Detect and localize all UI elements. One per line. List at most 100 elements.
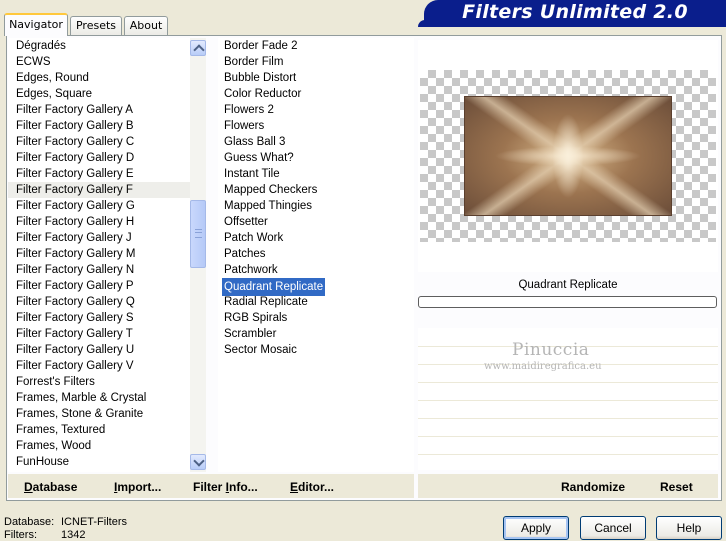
category-item[interactable]: Edges, Square [8, 86, 190, 102]
import-button[interactable]: Import... [114, 480, 161, 494]
filter-item[interactable]: Border Fade 2 [218, 38, 414, 54]
scroll-down-button[interactable] [190, 454, 206, 470]
status-database: Database: ICNET-Filters [4, 516, 127, 528]
tab-presets[interactable]: Presets [70, 16, 122, 35]
category-item[interactable]: Filter Factory Gallery S [8, 310, 190, 326]
category-item[interactable]: Edges, Round [8, 70, 190, 86]
filter-item-label: Offsetter [224, 216, 268, 228]
category-item[interactable]: Filter Factory Gallery D [8, 150, 190, 166]
category-item[interactable]: Filter Factory Gallery N [8, 262, 190, 278]
category-item[interactable]: ECWS [8, 54, 190, 70]
category-item[interactable]: Filter Factory Gallery F [8, 182, 190, 198]
watermark-name: Pinuccia [512, 340, 590, 360]
category-item[interactable]: Filter Factory Gallery C [8, 134, 190, 150]
category-item[interactable]: Filter Factory Gallery B [8, 118, 190, 134]
randomize-button[interactable]: Randomize [561, 480, 625, 494]
category-item[interactable]: Filter Factory Gallery J [8, 230, 190, 246]
left-toolbar: Database Import... Filter Info... Editor… [8, 474, 414, 498]
control-row-divider [418, 400, 718, 401]
filter-item-label: Patch Work [224, 232, 284, 244]
category-item[interactable]: Frames, Stone & Granite [8, 406, 190, 422]
status-filters: Filters: 1342 [4, 529, 85, 541]
filter-item-label: Flowers 2 [224, 104, 274, 116]
category-item[interactable]: Filter Factory Gallery G [8, 198, 190, 214]
help-button[interactable]: Help [656, 516, 722, 540]
filter-item[interactable]: Patchwork [218, 262, 414, 278]
category-list[interactable]: Dégradés ECWS Edges, Round Edges, Square Fil… [8, 38, 190, 472]
category-item[interactable]: Forrest's Filters [8, 374, 190, 390]
filter-item[interactable]: Border Film [218, 54, 414, 70]
category-scrollbar[interactable] [190, 38, 206, 472]
scroll-thumb[interactable] [190, 200, 206, 268]
category-item[interactable]: Dégradés [8, 38, 190, 54]
category-item[interactable]: Filter Factory Gallery H [8, 214, 190, 230]
filter-item-label: Scrambler [224, 328, 277, 340]
filter-item[interactable]: Patch Work [218, 230, 414, 246]
category-item[interactable]: Filter Factory Gallery A [8, 102, 190, 118]
filter-item[interactable]: Mapped Checkers [218, 182, 414, 198]
app-title: Filters Unlimited 2.0 [462, 1, 688, 23]
selected-filter-name: Quadrant Replicate [518, 279, 618, 291]
category-item[interactable]: Filter Factory Gallery E [8, 166, 190, 182]
filter-item-label: Border Film [224, 56, 284, 68]
filter-item[interactable]: RGB Spirals [218, 310, 414, 326]
editor-button[interactable]: Editor... [290, 480, 334, 494]
filter-item[interactable]: Color Reductor [218, 86, 414, 102]
watermark-url: www.maidiregrafica.eu [484, 361, 602, 372]
filter-item[interactable]: Glass Ball 3 [218, 134, 414, 150]
status-database-label: Database: [4, 516, 55, 528]
tab-about[interactable]: About [124, 16, 168, 35]
reset-button[interactable]: Reset [660, 480, 693, 494]
filter-item-label: Mapped Thingies [224, 200, 313, 212]
category-item[interactable]: Frames, Marble & Crystal [8, 390, 190, 406]
scroll-up-button[interactable] [190, 40, 206, 56]
preview-image [464, 96, 672, 216]
category-item[interactable]: Frames, Textured [8, 422, 190, 438]
filter-list[interactable]: Border Fade 2 Border Film Bubble Distort Co… [218, 38, 414, 472]
filter-item[interactable]: Offsetter [218, 214, 414, 230]
category-item[interactable]: Frames, Wood [8, 438, 190, 454]
status-filters-value: 1342 [61, 529, 86, 541]
category-item[interactable]: FunHouse [8, 454, 190, 470]
tab-navigator[interactable]: Navigator [4, 13, 68, 36]
database-button[interactable]: Database [24, 480, 77, 494]
category-item[interactable]: Filter Factory Gallery P [8, 278, 190, 294]
filter-item-label: Border Fade 2 [224, 40, 298, 52]
filter-item-label: Sector Mosaic [224, 344, 297, 356]
filter-item-label: Bubble Distort [224, 72, 297, 84]
category-item[interactable]: Filter Factory Gallery T [8, 326, 190, 342]
status-database-value: ICNET-Filters [61, 516, 127, 528]
control-row-divider [418, 382, 718, 383]
category-item[interactable]: Filter Factory Gallery V [8, 358, 190, 374]
progress-bar [418, 296, 717, 308]
filter-item[interactable]: Mapped Thingies [218, 198, 414, 214]
category-item[interactable]: Filter Factory Gallery M [8, 246, 190, 262]
filter-item[interactable]: Sector Mosaic [218, 342, 414, 358]
filter-item[interactable]: Bubble Distort [218, 70, 414, 86]
right-toolbar: Randomize Reset [418, 474, 718, 498]
apply-button[interactable]: Apply [503, 516, 569, 540]
filter-item[interactable]: Radial Replicate [218, 294, 414, 310]
filter-item-label: Color Reductor [224, 88, 302, 100]
filter-item-label: Radial Replicate [224, 296, 308, 308]
cancel-button[interactable]: Cancel [580, 516, 646, 540]
filter-item[interactable]: Quadrant Replicate [218, 278, 414, 296]
filter-info-button[interactable]: Filter Info... [193, 480, 258, 494]
filter-item-label: Glass Ball 3 [224, 136, 286, 148]
control-row-divider [418, 436, 718, 437]
title-banner: Filters Unlimited 2.0 [418, 0, 726, 27]
filter-item-label: Guess What? [224, 152, 294, 164]
filter-item[interactable]: Patches [218, 246, 414, 262]
filter-item[interactable]: Guess What? [218, 150, 414, 166]
category-item[interactable]: Filter Factory Gallery Q [8, 294, 190, 310]
filter-item-label: Mapped Checkers [224, 184, 318, 196]
control-row-divider [418, 418, 718, 419]
filter-item[interactable]: Flowers 2 [218, 102, 414, 118]
filter-item[interactable]: Flowers [218, 118, 414, 134]
filter-item[interactable]: Scrambler [218, 326, 414, 342]
filter-item-label: Instant Tile [224, 168, 280, 180]
filter-item-label: Patchwork [224, 264, 278, 276]
category-item[interactable]: Filter Factory Gallery U [8, 342, 190, 358]
filter-item-label: Patches [224, 248, 266, 260]
filter-item[interactable]: Instant Tile [218, 166, 414, 182]
